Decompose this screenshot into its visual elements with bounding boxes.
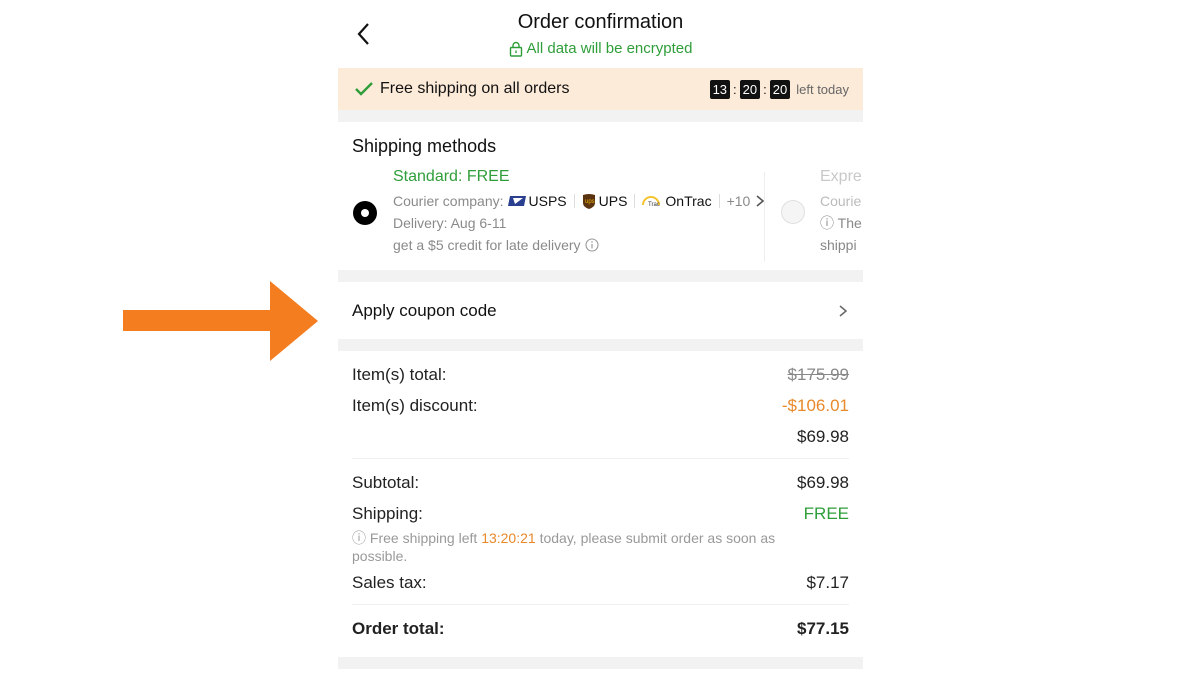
courier-usps: USPS	[507, 190, 567, 212]
items-total-value: $175.99	[787, 364, 849, 384]
shipping-methods-section: Shipping methods Standard: FREE Courier …	[338, 122, 863, 270]
divider	[352, 458, 849, 459]
option-line: ⓘ The	[820, 215, 862, 231]
delivery-date: Delivery: Aug 6-11	[393, 215, 507, 231]
encryption-text: All data will be encrypted	[526, 40, 693, 57]
separator	[718, 194, 720, 208]
standard-shipping-radio[interactable]	[353, 201, 377, 225]
option-divider	[764, 172, 765, 262]
banner-text: Free shipping on all orders	[380, 80, 570, 97]
countdown-hours: 13	[709, 79, 731, 99]
separator	[634, 194, 636, 208]
items-discount-row: Item(s) discount: -$106.01	[352, 390, 849, 421]
lock-icon	[509, 41, 522, 57]
ups-logo-icon: ups	[582, 194, 595, 209]
section-divider	[338, 110, 863, 122]
option-title: Expre	[820, 168, 862, 185]
subtotal-label: Subtotal:	[352, 472, 420, 492]
order-total-label: Order total:	[352, 618, 445, 638]
info-icon[interactable]	[584, 238, 599, 252]
divider	[352, 604, 849, 605]
svg-text:Trac: Trac	[648, 202, 660, 207]
chevron-right-icon[interactable]	[837, 303, 849, 319]
usps-logo-icon	[507, 196, 526, 206]
sales-tax-value: $7.17	[806, 572, 849, 592]
countdown-suffix: left today	[796, 81, 849, 97]
items-discount-value: -$106.01	[781, 395, 849, 415]
sales-tax-row: Sales tax: $7.17	[352, 567, 849, 598]
shipping-countdown: 13:20:21	[481, 530, 536, 546]
section-divider	[338, 339, 863, 351]
apply-coupon-row[interactable]: Apply coupon code	[338, 282, 863, 339]
countdown-timer: 13 : 20 : 20 left today	[709, 79, 849, 99]
option-line: shippi	[820, 237, 857, 253]
free-shipping-banner: Free shipping on all orders 13 : 20 : 20…	[338, 68, 863, 110]
items-net-value: $69.98	[797, 426, 849, 446]
header: Order confirmation All data will be encr…	[338, 0, 863, 68]
shipping-option-express[interactable]: Expre Courie ⓘ The shippi	[820, 168, 863, 256]
order-confirmation-screen: Order confirmation All data will be encr…	[338, 0, 863, 675]
section-divider	[338, 657, 863, 669]
arrow-right-icon	[123, 281, 318, 361]
subtotal-row: Subtotal: $69.98	[352, 467, 849, 498]
svg-text:ups: ups	[585, 199, 595, 205]
more-couriers: +10	[726, 193, 751, 209]
shipping-note: ⓘ Free shipping left 13:20:21 today, ple…	[352, 530, 776, 564]
subtotal-value: $69.98	[797, 472, 849, 492]
courier-label: Courier company:	[393, 193, 504, 209]
ontrac-logo-icon: Trac	[642, 196, 661, 207]
section-title: Shipping methods	[352, 136, 497, 156]
countdown-separator: :	[763, 81, 767, 97]
encryption-notice: All data will be encrypted	[338, 40, 863, 57]
countdown-seconds: 20	[769, 79, 791, 99]
sales-tax-label: Sales tax:	[352, 572, 427, 592]
option-title: Standard: FREE	[393, 168, 510, 185]
shipping-row: Shipping: FREE	[352, 498, 849, 529]
countdown-separator: :	[733, 81, 737, 97]
items-discount-label: Item(s) discount:	[352, 395, 478, 415]
option-line: Courie	[820, 193, 862, 209]
info-icon: ⓘ	[352, 530, 370, 546]
courier-line[interactable]: Courier company: USPS ups UPS Trac OnTra…	[393, 190, 766, 212]
shipping-option-standard[interactable]: Standard: FREE Courier company: USPS ups…	[393, 168, 766, 256]
shipping-value: FREE	[803, 503, 849, 523]
order-summary: Item(s) total: $175.99 Item(s) discount:…	[338, 351, 863, 644]
late-delivery-credit: get a $5 credit for late delivery	[393, 234, 766, 256]
express-shipping-radio[interactable]	[781, 200, 805, 224]
courier-ontrac: Trac OnTrac	[642, 190, 712, 212]
coupon-label: Apply coupon code	[352, 300, 497, 320]
section-divider	[338, 270, 863, 282]
items-total-row: Item(s) total: $175.99	[352, 359, 849, 390]
order-total-value: $77.15	[797, 618, 849, 638]
check-icon	[355, 82, 373, 96]
courier-ups: ups UPS	[582, 190, 627, 212]
separator	[573, 194, 575, 208]
order-total-row: Order total: $77.15	[352, 613, 849, 644]
items-net-row: $69.98	[352, 421, 849, 452]
countdown-minutes: 20	[739, 79, 761, 99]
shipping-label: Shipping:	[352, 503, 423, 523]
page-title: Order confirmation	[517, 11, 684, 33]
items-total-label: Item(s) total:	[352, 364, 447, 384]
